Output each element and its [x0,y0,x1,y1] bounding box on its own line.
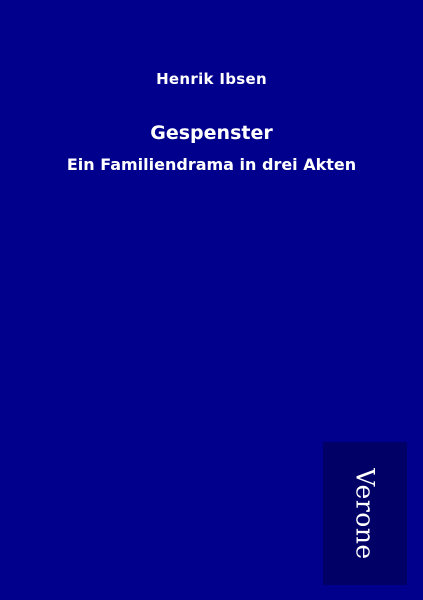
book-title: Gespenster [150,122,273,144]
publisher-name: Verone [350,467,380,560]
book-cover: Henrik Ibsen Gespenster Ein Familiendram… [0,0,423,600]
publisher-logo-box: Verone [323,442,407,585]
book-subtitle: Ein Familiendrama in drei Akten [66,155,357,174]
author-name: Henrik Ibsen [156,70,267,88]
